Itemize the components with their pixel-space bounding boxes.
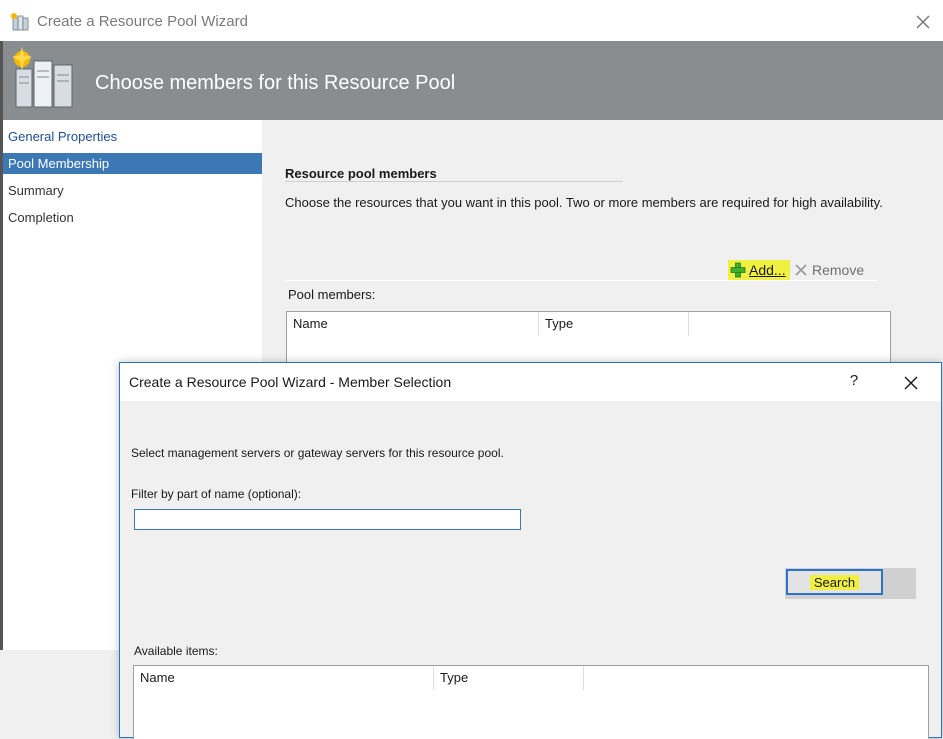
close-icon[interactable] [900, 372, 922, 394]
section-title: Resource pool members [285, 166, 437, 181]
column-header-name[interactable]: Name [134, 666, 434, 690]
filter-label: Filter by part of name (optional): [131, 487, 302, 501]
plus-icon [730, 262, 746, 278]
window-title: Create a Resource Pool Wizard [37, 13, 248, 30]
search-button[interactable]: Search [786, 569, 883, 595]
section-divider [285, 181, 623, 182]
remove-label: Remove [812, 262, 865, 278]
nav-item-completion[interactable]: Completion [3, 207, 262, 228]
close-icon[interactable] [912, 11, 934, 33]
page-title: Choose members for this Resource Pool [95, 72, 456, 94]
remove-button[interactable]: Remove [794, 260, 864, 280]
nav-item-general-properties[interactable]: General Properties [3, 126, 262, 147]
section-description: Choose the resources that you want in th… [285, 195, 883, 210]
available-items-label: Available items: [134, 644, 218, 658]
add-label: Add... [749, 262, 786, 278]
dialog-titlebar: Create a Resource Pool Wizard - Member S… [120, 363, 941, 401]
search-button-area: Search [785, 568, 916, 599]
member-selection-dialog: Create a Resource Pool Wizard - Member S… [119, 362, 942, 739]
column-header-name[interactable]: Name [287, 312, 539, 336]
dialog-instruction: Select management servers or gateway ser… [131, 446, 504, 460]
available-items-list[interactable]: Name Type [133, 665, 929, 739]
wizard-banner: Choose members for this Resource Pool [0, 41, 943, 120]
nav-item-pool-membership[interactable]: Pool Membership [3, 153, 262, 174]
window-titlebar: Create a Resource Pool Wizard [0, 0, 943, 41]
resource-pool-app-icon [11, 13, 29, 31]
filter-input[interactable] [134, 509, 521, 530]
toolbar-divider [285, 280, 877, 281]
server-pool-icon [12, 47, 73, 108]
add-button[interactable]: Add... [728, 260, 790, 280]
remove-x-icon [795, 264, 807, 276]
pool-members-label: Pool members: [288, 287, 376, 302]
column-header-type[interactable]: Type [539, 312, 689, 336]
search-label: Search [809, 574, 860, 590]
nav-item-summary[interactable]: Summary [3, 180, 262, 201]
dialog-title: Create a Resource Pool Wizard - Member S… [129, 374, 452, 390]
column-header-type[interactable]: Type [434, 666, 584, 690]
help-button[interactable]: ? [846, 372, 862, 389]
